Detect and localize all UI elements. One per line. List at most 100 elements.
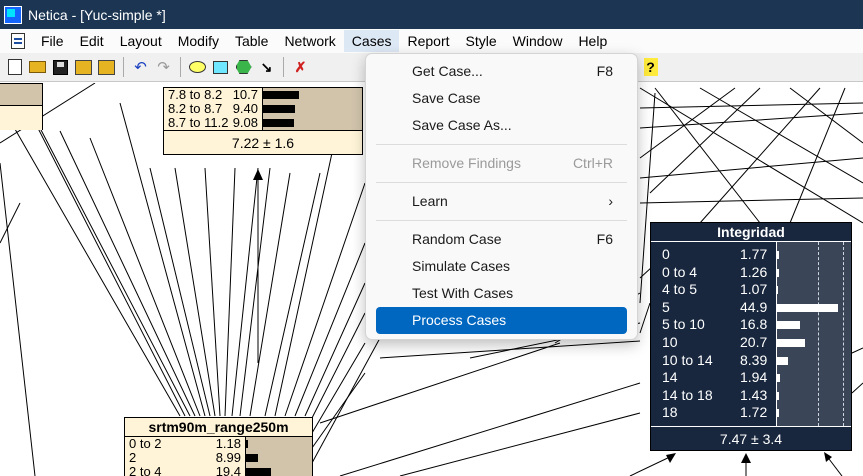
state-bar-row — [777, 334, 851, 352]
probability-bar — [777, 338, 805, 347]
menu-item-random-case[interactable]: Random Case F6 — [376, 226, 627, 253]
probability-bar — [777, 374, 780, 383]
state-row: 5 to 10 16.8 — [651, 316, 776, 334]
menu-report[interactable]: Report — [399, 30, 457, 52]
menu-separator — [376, 144, 627, 145]
cases-dropdown-menu: Get Case... F8 Save Case Save Case As... Rem… — [365, 53, 638, 340]
state-bar-row — [777, 352, 851, 370]
link-line — [699, 87, 821, 224]
open-button[interactable] — [26, 56, 49, 78]
state-value: 1.07 — [740, 281, 768, 298]
state-bar-cell — [246, 451, 312, 465]
menu-table[interactable]: Table — [227, 30, 276, 52]
state-row: 0 to 4 1.26 — [651, 264, 776, 282]
state-bar-row — [777, 299, 851, 317]
state-labels: 7.8 to 8.2 10.7 — [164, 88, 263, 102]
state-name: 4 to 5 — [662, 281, 698, 298]
integridad-expected-value: 7.47 ± 3.4 — [651, 425, 851, 450]
link-line — [59, 130, 196, 417]
left-node-footer — [0, 106, 42, 130]
menu-item-process-cases[interactable]: Process Cases — [376, 307, 627, 334]
link-line — [89, 137, 201, 417]
top-network-node[interactable]: 7.8 to 8.2 10.7 8.2 to 8.7 9.40 8.7 to 11.2 9… — [163, 87, 363, 155]
menu-item-learn[interactable]: Learn › — [376, 188, 627, 215]
state-value: 44.9 — [740, 298, 768, 315]
menu-item-get-case[interactable]: Get Case... F8 — [376, 58, 627, 85]
state-name: 8.7 to 11.2 — [168, 115, 229, 130]
state-name: 0 to 2 — [129, 436, 162, 451]
link-line — [339, 382, 641, 476]
probability-bar — [777, 409, 780, 418]
integridad-node-bars — [776, 242, 851, 426]
state-labels: 8.7 to 11.2 9.08 — [164, 116, 263, 130]
state-name: 0 — [662, 246, 670, 262]
integridad-node[interactable]: Integridad 0 1.77 0 to 4 1.26 4 to 5 1.07 5 44.… — [650, 222, 852, 451]
srtm90m-range250m-node[interactable]: srtm90m_range250m 0 to 2 1.18 2 8.99 2 to 41… — [124, 417, 313, 476]
menu-item-label: Remove Findings — [412, 155, 521, 171]
menu-edit[interactable]: Edit — [72, 30, 112, 52]
save-icon — [53, 59, 68, 75]
menu-item-label: Save Case — [412, 90, 481, 106]
menu-window[interactable]: Window — [505, 30, 571, 52]
state-value: 1.94 — [740, 369, 768, 386]
link-line — [304, 282, 366, 417]
state-name: 5 to 10 — [662, 316, 705, 333]
state-bar-row — [777, 404, 851, 422]
help-button[interactable]: ? — [639, 56, 662, 78]
menu-item-save-case-as[interactable]: Save Case As... — [376, 112, 627, 139]
menu-item-simulate-cases[interactable]: Simulate Cases — [376, 253, 627, 280]
link-line — [294, 242, 366, 417]
probability-bar — [777, 391, 779, 400]
state-name: 0 to 4 — [662, 263, 698, 280]
hexagon-node-button[interactable] — [232, 56, 255, 78]
probability-bar — [777, 286, 779, 295]
menu-network[interactable]: Network — [276, 30, 343, 52]
link-line — [639, 157, 863, 179]
probability-bar — [246, 468, 272, 476]
menu-modify[interactable]: Modify — [170, 30, 227, 52]
state-value: 1.18 — [215, 436, 241, 451]
left-partial-node[interactable] — [0, 83, 43, 130]
link-line — [224, 167, 236, 417]
menu-style[interactable]: Style — [458, 30, 505, 52]
menu-layout[interactable]: Layout — [112, 30, 170, 52]
state-value: 20.7 — [740, 333, 768, 350]
state-row: 0 1.77 — [651, 246, 776, 264]
remove-button[interactable]: ✗ — [289, 56, 312, 78]
arrowhead-icon — [253, 169, 263, 180]
rect-node-icon — [213, 60, 228, 74]
redo-button[interactable]: ↷ — [152, 56, 175, 78]
state-row: 4 to 5 1.07 — [651, 281, 776, 299]
arrow-link-button[interactable]: ↘ — [255, 56, 278, 78]
new-network-button[interactable] — [3, 56, 26, 78]
menu-file[interactable]: File — [33, 30, 72, 52]
state-name: 14 — [662, 369, 678, 386]
netica-window: Netica - [Yuc-simple *] File Edit Layout… — [0, 0, 863, 476]
menu-item-save-case[interactable]: Save Case — [376, 85, 627, 112]
link-line — [0, 102, 181, 417]
state-bar-cell — [246, 437, 312, 451]
link-line — [264, 172, 321, 417]
state-bar-cell — [263, 88, 362, 102]
probability-bar — [246, 454, 258, 462]
redo-icon: ↷ — [157, 59, 170, 76]
state-bar-cell — [246, 465, 312, 476]
link-line — [639, 302, 651, 334]
menu-separator — [376, 220, 627, 221]
document-icon[interactable] — [11, 33, 25, 49]
open-icon — [29, 61, 46, 73]
menu-help[interactable]: Help — [570, 30, 615, 52]
state-labels: 8.2 to 8.7 9.40 — [164, 102, 263, 116]
undo-button[interactable]: ↶ — [129, 56, 152, 78]
menu-item-test-with-cases[interactable]: Test With Cases — [376, 280, 627, 307]
save-multiple-button[interactable] — [72, 56, 95, 78]
state-value: 1.72 — [740, 404, 768, 421]
state-name: 2 to 4 — [129, 464, 162, 476]
rect-node-button[interactable] — [209, 56, 232, 78]
ellipse-node-button[interactable] — [186, 56, 209, 78]
link-line — [0, 162, 36, 476]
menu-cases[interactable]: Cases — [343, 30, 400, 52]
library-button[interactable] — [95, 56, 118, 78]
save-button[interactable] — [49, 56, 72, 78]
new-network-icon — [7, 59, 22, 75]
